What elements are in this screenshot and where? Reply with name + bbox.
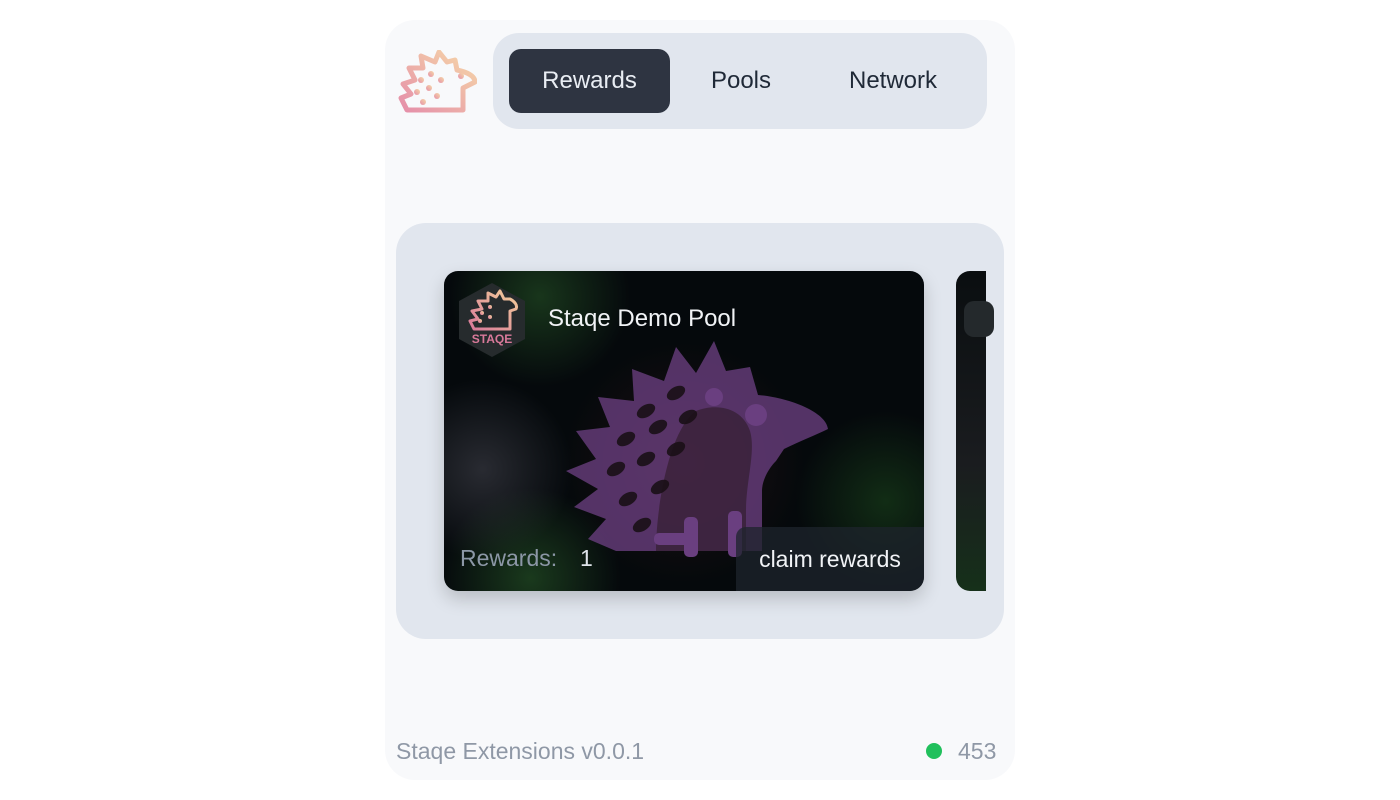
extension-popup: Rewards Pools Network STAQE Staqe Demo P… — [385, 20, 1015, 780]
pool-icon-peek — [964, 301, 994, 337]
rewards-carousel[interactable]: STAQE Staqe Demo Pool Rewards: 1 claim r… — [396, 223, 1004, 639]
tab-network[interactable]: Network — [813, 49, 973, 113]
rewards-label: Rewards: — [460, 545, 558, 571]
staqe-hexagon-icon: STAQE — [452, 281, 532, 361]
pool-name: Staqe Demo Pool — [548, 305, 737, 332]
main-tab-bar: Rewards Pools Network — [493, 33, 987, 129]
rewards-value: 1 — [580, 545, 593, 571]
claim-rewards-button[interactable]: claim rewards — [736, 527, 924, 591]
next-pool-card-peek[interactable] — [956, 271, 994, 591]
staqe-icon-text: STAQE — [472, 332, 512, 346]
app-version: Staqe Extensions v0.0.1 — [396, 738, 645, 764]
connection-status-dot — [926, 743, 942, 759]
tab-rewards[interactable]: Rewards — [509, 49, 670, 113]
hedgehog-logo-icon — [397, 49, 478, 118]
block-number: 453 — [958, 738, 997, 764]
tab-pools[interactable]: Pools — [671, 49, 811, 113]
hedgehog-watermark-icon — [536, 311, 836, 561]
pool-reward-card: STAQE Staqe Demo Pool Rewards: 1 claim r… — [444, 271, 924, 591]
